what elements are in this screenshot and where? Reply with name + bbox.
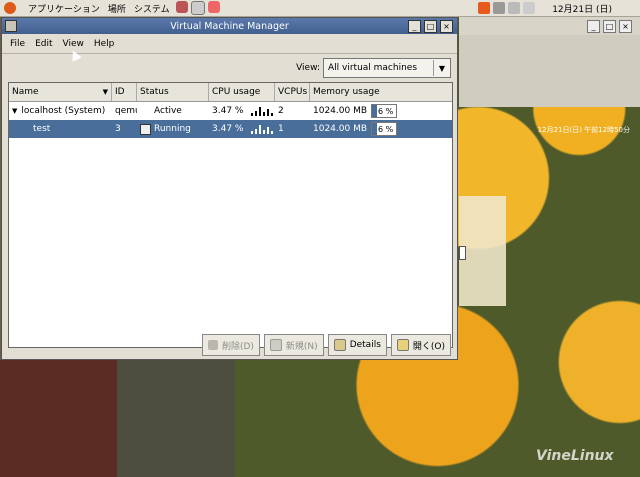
- menu-edit[interactable]: Edit: [35, 39, 52, 49]
- view-filter-label: View:: [296, 63, 320, 73]
- folder-open-icon: [396, 339, 409, 351]
- minimize-icon[interactable]: _: [587, 19, 600, 33]
- menu-places[interactable]: 場所: [108, 2, 126, 15]
- open-button[interactable]: 開く(O): [390, 334, 451, 356]
- top-panel: アプリケーション 場所 システム 12月21日 (日): [0, 0, 640, 17]
- expander-icon[interactable]: ▼: [12, 107, 17, 115]
- menu-help[interactable]: Help: [94, 39, 115, 49]
- new-button[interactable]: 新規(N): [263, 334, 324, 356]
- details-icon: [333, 339, 346, 351]
- vmm-window: Virtual Machine Manager _ □ × File Edit …: [1, 17, 458, 360]
- running-icon: [140, 123, 151, 135]
- desktop-background: [0, 360, 117, 477]
- background-window-toolbar: [459, 35, 640, 107]
- menu-file[interactable]: File: [10, 39, 25, 49]
- menu-system[interactable]: システム: [134, 2, 170, 15]
- wallpaper-watermark: VineLinux: [536, 448, 614, 464]
- action-buttons: 削除(D) 新規(N) Details 開く(O): [201, 334, 451, 356]
- chevron-down-icon[interactable]: ▼: [433, 60, 450, 76]
- column-cpu[interactable]: CPU usage: [209, 83, 275, 101]
- update-icon[interactable]: [478, 2, 491, 14]
- help-icon[interactable]: [207, 1, 220, 13]
- view-filter-value: All virtual machines: [328, 63, 418, 73]
- delete-button[interactable]: 削除(D): [201, 334, 260, 356]
- menu-applications[interactable]: アプリケーション: [28, 2, 100, 15]
- panel-clock[interactable]: 12月21日 (日): [552, 2, 612, 15]
- close-icon[interactable]: ×: [619, 19, 632, 33]
- details-button[interactable]: Details: [327, 334, 387, 356]
- table-row[interactable]: test 3 Running 3.47 % 1 1024.00 MB 6 %: [9, 120, 452, 138]
- window-edge: [459, 246, 466, 260]
- sort-arrow-icon: ▼: [102, 88, 108, 96]
- background-window-clock: 12月21日(日) 午前12時50分: [537, 126, 630, 134]
- menu-view[interactable]: View: [63, 39, 84, 49]
- table-row[interactable]: ▼localhost (System) qemu Active 3.47 % 2…: [9, 102, 452, 120]
- distro-logo-icon[interactable]: [4, 2, 16, 14]
- vm-list: Name ▼ ID Status CPU usage VCPUs Memory u…: [8, 82, 453, 348]
- mail-icon[interactable]: [190, 1, 205, 15]
- column-vcpus[interactable]: VCPUs: [275, 83, 310, 101]
- memory-bar: 6 %: [371, 104, 398, 118]
- printer-icon[interactable]: [508, 2, 521, 14]
- cpu-sparkline: [251, 106, 275, 116]
- background-window-titlebar[interactable]: _ □ ×: [459, 17, 640, 35]
- vmm-titlebar[interactable]: Virtual Machine Manager _ □ ×: [2, 18, 457, 34]
- new-document-icon: [269, 339, 282, 351]
- maximize-icon[interactable]: □: [424, 20, 437, 33]
- column-status[interactable]: Status: [137, 83, 209, 101]
- trash-icon: [207, 340, 218, 350]
- column-name[interactable]: Name ▼: [9, 83, 112, 101]
- volume-icon[interactable]: [523, 2, 536, 14]
- memory-bar: 6 %: [371, 122, 398, 136]
- desktop-background: [117, 360, 235, 477]
- maximize-icon[interactable]: □: [603, 19, 616, 33]
- window-title: Virtual Machine Manager: [170, 20, 289, 32]
- launcher-icon[interactable]: [175, 1, 188, 13]
- minimize-icon[interactable]: _: [408, 20, 421, 33]
- vm-list-header: Name ▼ ID Status CPU usage VCPUs Memory u…: [9, 83, 452, 102]
- column-memory[interactable]: Memory usage: [310, 83, 452, 101]
- close-icon[interactable]: ×: [440, 20, 453, 33]
- column-id[interactable]: ID: [112, 83, 137, 101]
- cpu-sparkline: [251, 124, 275, 134]
- view-filter-select[interactable]: All virtual machines ▼: [323, 58, 451, 78]
- network-icon[interactable]: [493, 2, 506, 14]
- overlay-panel: [459, 196, 506, 306]
